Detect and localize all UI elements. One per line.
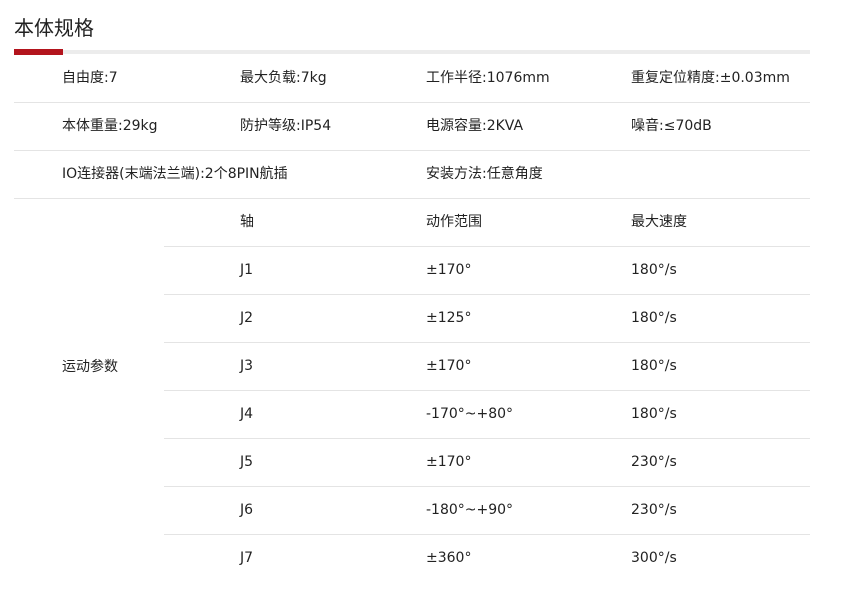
section-title: 本体规格 — [14, 16, 94, 40]
speed-cell: 180°/s — [631, 358, 677, 374]
motion-row: J4 -170°~+80° 180°/s — [164, 391, 810, 439]
spec-noise: 噪音:≤70dB — [631, 118, 712, 134]
spec-install-method: 安装方法:任意角度 — [426, 166, 543, 182]
axis-cell: J6 — [240, 502, 254, 518]
spec-repeatability: 重复定位精度:±0.03mm — [631, 70, 790, 86]
range-cell: ±170° — [426, 358, 472, 374]
title-underline-track — [14, 50, 810, 54]
header-axis: 轴 — [240, 214, 254, 230]
motion-row: J7 ±360° 300°/s — [164, 535, 810, 582]
axis-cell: J1 — [240, 262, 254, 278]
speed-cell: 230°/s — [631, 502, 677, 518]
range-cell: ±360° — [426, 550, 472, 566]
axis-cell: J7 — [240, 550, 254, 566]
motion-row: J3 ±170° 180°/s — [164, 343, 810, 391]
spec-max-payload: 最大负载:7kg — [240, 70, 327, 86]
axis-cell: J2 — [240, 310, 254, 326]
spec-table: 自由度:7 最大负载:7kg 工作半径:1076mm 重复定位精度:±0.03m… — [14, 55, 810, 577]
spec-row: 本体重量:29kg 防护等级:IP54 电源容量:2KVA 噪音:≤70dB — [14, 103, 810, 151]
speed-cell: 180°/s — [631, 310, 677, 326]
motion-parameters: 运动参数 轴 动作范围 最大速度 J1 ±170° 180°/s J2 ±125… — [14, 199, 810, 577]
spec-protection-level: 防护等级:IP54 — [240, 118, 332, 134]
header-range: 动作范围 — [426, 214, 482, 230]
axis-cell: J5 — [240, 454, 254, 470]
spec-io-connector: IO连接器(末端法兰端):2个8PIN航插 — [62, 166, 288, 182]
range-cell: ±125° — [426, 310, 472, 326]
spec-power-capacity: 电源容量:2KVA — [426, 118, 524, 134]
speed-cell: 230°/s — [631, 454, 677, 470]
speed-cell: 180°/s — [631, 406, 677, 422]
header-max-speed: 最大速度 — [631, 214, 687, 230]
range-cell: ±170° — [426, 262, 472, 278]
speed-cell: 300°/s — [631, 550, 677, 566]
axis-cell: J4 — [240, 406, 254, 422]
motion-row: J1 ±170° 180°/s — [164, 247, 810, 295]
spec-work-radius: 工作半径:1076mm — [426, 70, 550, 86]
motion-row: J2 ±125° 180°/s — [164, 295, 810, 343]
spec-body-weight: 本体重量:29kg — [62, 118, 158, 134]
motion-parameters-label: 运动参数 — [62, 359, 118, 375]
spec-dof: 自由度:7 — [62, 70, 118, 86]
range-cell: -170°~+80° — [426, 406, 514, 422]
motion-row: J5 ±170° 230°/s — [164, 439, 810, 487]
range-cell: ±170° — [426, 454, 472, 470]
motion-table: 轴 动作范围 最大速度 J1 ±170° 180°/s J2 ±125° 180… — [164, 199, 810, 582]
motion-header-row: 轴 动作范围 最大速度 — [164, 199, 810, 247]
motion-row: J6 -180°~+90° 230°/s — [164, 487, 810, 535]
speed-cell: 180°/s — [631, 262, 677, 278]
spec-row: 自由度:7 最大负载:7kg 工作半径:1076mm 重复定位精度:±0.03m… — [14, 55, 810, 103]
spec-row: IO连接器(末端法兰端):2个8PIN航插 安装方法:任意角度 — [14, 151, 810, 199]
range-cell: -180°~+90° — [426, 502, 514, 518]
axis-cell: J3 — [240, 358, 254, 374]
